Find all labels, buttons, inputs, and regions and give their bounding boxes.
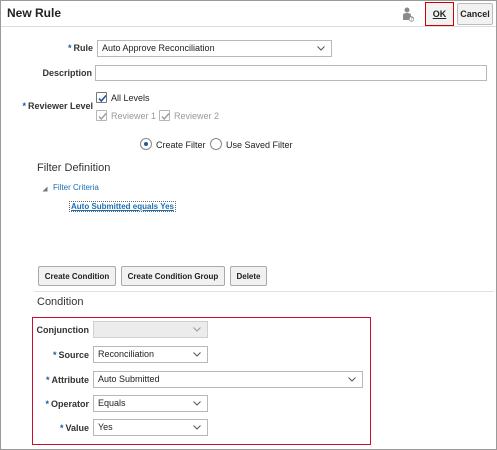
reviewer-2-checkbox[interactable] xyxy=(159,110,170,121)
value-label: * Value xyxy=(59,423,89,433)
source-label: * Source xyxy=(52,350,89,360)
required-marker: * xyxy=(59,423,64,433)
operator-label: * Operator xyxy=(45,399,89,409)
filter-definition-title: Filter Definition xyxy=(37,162,111,174)
operator-select[interactable]: Equals xyxy=(93,395,208,412)
create-condition-button[interactable]: Create Condition xyxy=(38,266,116,286)
dialog-header: New Rule ? OK Cancel xyxy=(1,1,496,27)
chevron-down-icon xyxy=(317,46,325,51)
delete-button[interactable]: Delete xyxy=(230,266,267,286)
conjunction-select[interactable] xyxy=(93,321,208,338)
use-saved-filter-label: Use Saved Filter xyxy=(226,140,293,150)
all-levels-checkbox[interactable] xyxy=(96,92,107,103)
chevron-down-icon xyxy=(193,327,201,332)
condition-item[interactable]: Auto Submitted equals Yes xyxy=(69,201,176,212)
filter-criteria-node[interactable]: Filter Criteria xyxy=(53,183,99,192)
cancel-button[interactable]: Cancel xyxy=(457,3,493,25)
rule-label: * Rule xyxy=(67,43,93,53)
tree-collapse-icon[interactable] xyxy=(42,186,48,192)
create-condition-group-button[interactable]: Create Condition Group xyxy=(121,266,225,286)
chevron-down-icon xyxy=(193,425,201,430)
use-saved-filter-radio[interactable] xyxy=(210,138,222,150)
attribute-select[interactable]: Auto Submitted xyxy=(93,371,363,388)
create-filter-label: Create Filter xyxy=(156,140,206,150)
chevron-down-icon xyxy=(193,352,201,357)
description-field[interactable] xyxy=(95,65,487,81)
reviewer-1-checkbox[interactable] xyxy=(96,110,107,121)
conjunction-label: Conjunction xyxy=(36,325,90,335)
source-select[interactable]: Reconciliation xyxy=(93,346,208,363)
required-marker: * xyxy=(52,350,57,360)
required-marker: * xyxy=(45,399,49,409)
chevron-down-icon xyxy=(193,401,201,406)
divider xyxy=(34,291,494,292)
condition-title: Condition xyxy=(37,296,84,308)
reviewer-level-label: * Reviewer Level xyxy=(22,101,93,111)
attribute-label: * Attribute xyxy=(45,375,89,385)
rule-select[interactable]: Auto Approve Reconciliation xyxy=(97,40,332,57)
dialog-title: New Rule xyxy=(7,6,62,20)
svg-text:?: ? xyxy=(411,17,413,22)
required-marker: * xyxy=(67,43,72,53)
required-marker: * xyxy=(22,101,26,111)
reviewer-2-label: Reviewer 2 xyxy=(174,111,220,121)
required-marker: * xyxy=(45,375,50,385)
description-label: Description xyxy=(42,68,92,78)
value-select[interactable]: Yes xyxy=(93,419,208,436)
new-rule-dialog: New Rule ? OK Cancel * Rule Auto Approve … xyxy=(0,0,497,450)
create-filter-radio[interactable] xyxy=(140,138,152,150)
chevron-down-icon xyxy=(348,377,356,382)
reviewer-1-label: Reviewer 1 xyxy=(111,111,157,121)
ok-button[interactable]: OK xyxy=(425,2,454,26)
help-user-icon[interactable]: ? xyxy=(402,7,415,23)
all-levels-label: All Levels xyxy=(111,93,150,103)
